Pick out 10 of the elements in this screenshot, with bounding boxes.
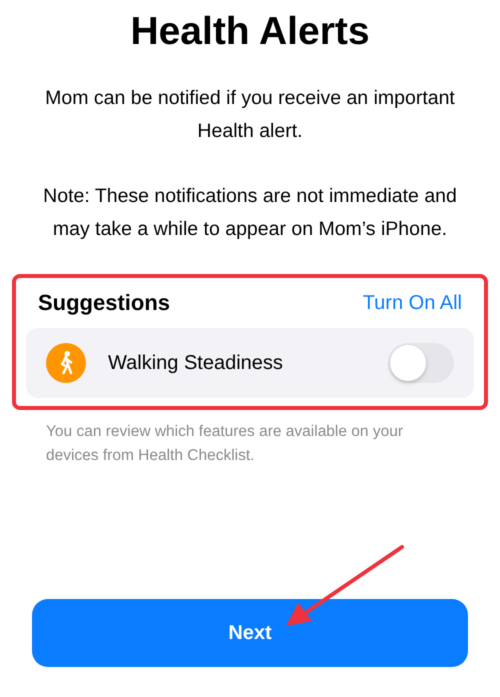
footnote-text: You can review which features are available on your devices from Health Checklist.	[46, 422, 404, 466]
description-text: Note: These notifications are not immediate and may take a while to appear on Mom’s iPhone.	[42, 184, 458, 242]
description-text: Mom can be notified if you receive an important Health alert.	[44, 86, 456, 144]
page-title: Health Alerts	[130, 10, 370, 54]
toggle-switch[interactable]	[388, 343, 454, 383]
section-heading: Suggestions	[38, 290, 170, 316]
turn-on-all-link[interactable]: Turn On All	[362, 292, 462, 314]
next-button[interactable]: Next	[32, 599, 468, 667]
suggestion-label: Walking Steadiness	[108, 352, 284, 374]
walking-person-icon	[46, 343, 86, 383]
